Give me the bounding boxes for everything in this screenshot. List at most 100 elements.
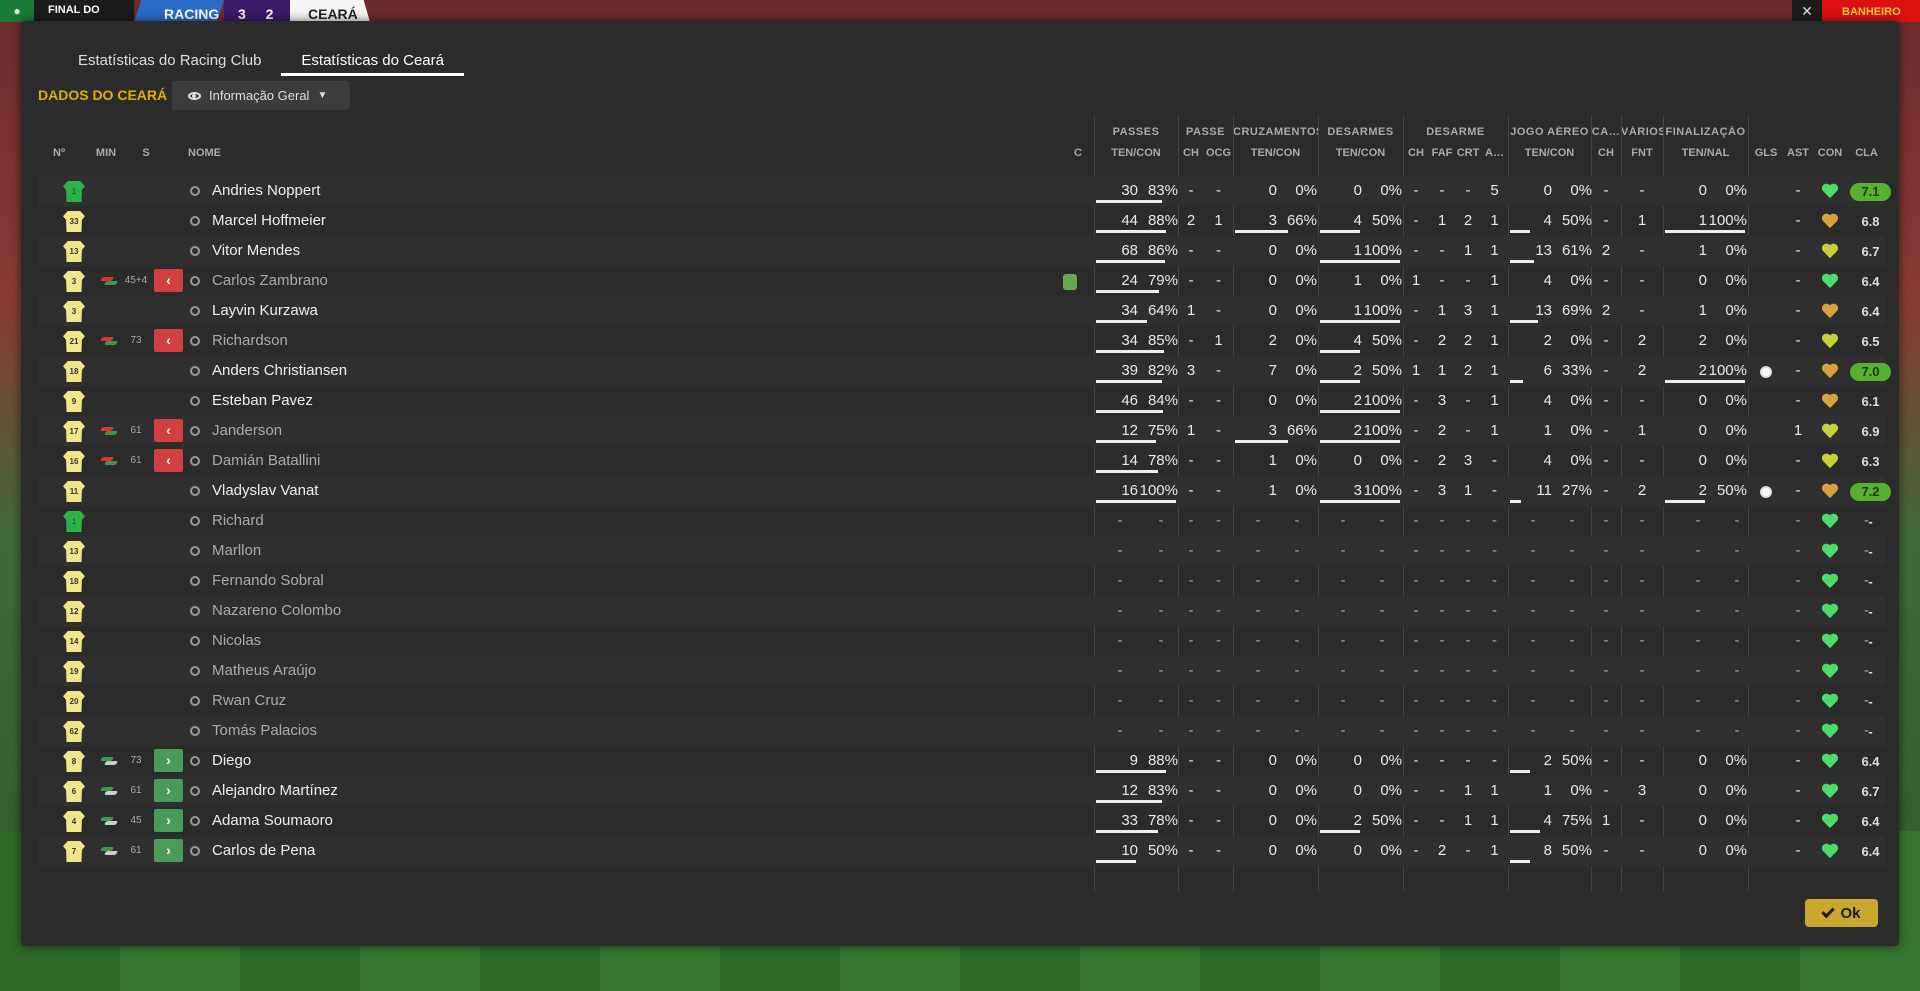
player-row[interactable]: 6 61 › Alejandro Martínez 12 83% - -0 0% 0 0% - -1 1 1… [38,776,1885,806]
player-name[interactable]: Carlos de Pena [212,836,315,866]
view-dropdown[interactable]: Informação Geral ▼ [172,81,350,110]
player-row[interactable]: 1 Richard - - - - - - - - - - - - - - - - - - - - - [38,506,1885,536]
player-row[interactable]: 9 Esteban Pavez 46 84% - -0 0% 2 100% -3-1 4 0% - -0 0… [38,386,1885,416]
column-header[interactable]: CRT [1455,147,1481,159]
close-icon[interactable]: ✕ [1792,0,1822,22]
column-header[interactable]: OCG [1204,147,1233,159]
player-name[interactable]: Alejandro Martínez [212,776,338,806]
player-row[interactable]: 13 Vitor Mendes 68 86% - -0 0% 1 100% - -1 1 13 61% 2-… [38,236,1885,266]
player-row[interactable]: 19 Matheus Araújo - - - - - - - - - - - - - - - - - - - - - [38,656,1885,686]
player-name[interactable]: Anders Christiansen [212,356,347,386]
stat-cell: - [1603,212,1609,229]
column-header[interactable]: TEN/CON [1094,147,1178,159]
stat-cell: - [1465,602,1471,619]
ok-button[interactable]: Ok [1805,899,1878,927]
column-header[interactable]: TEN/CON [1233,147,1318,159]
player-name[interactable]: Carlos Zambrano [212,266,328,296]
player-name[interactable]: Marllon [212,536,261,566]
column-header[interactable]: NOME [188,147,308,159]
column-header[interactable]: CH [1403,147,1429,159]
player-row[interactable]: 14 Nicolas - - - - - - - - - - - - - - - - - - - - - [38,626,1885,656]
column-header[interactable]: CH [1178,147,1204,159]
player-name[interactable]: Esteban Pavez [212,386,313,416]
stat-cell: 0% [1725,332,1747,349]
stat-cell: 2 [1463,362,1473,379]
player-row[interactable]: 20 Rwan Cruz - - - - - - - - - - - - - - - - - - - - - [38,686,1885,716]
column-header[interactable]: AST [1784,147,1812,159]
player-name[interactable]: Marcel Hoffmeier [212,206,326,236]
column-header[interactable]: Nº [38,147,80,159]
player-row[interactable]: 62 Tomás Palacios - - - - - - - - - - - - - - - - - - - - - [38,716,1885,746]
stat-cell: - [1795,362,1801,379]
player-name[interactable]: Nazareno Colombo [212,596,341,626]
stat-cell: - [1603,452,1609,469]
player-name[interactable]: Richard [212,506,264,536]
player-row[interactable]: 8 73 › Diego 9 88% - -0 0% 0 0% - - - -2 50% - -0 0% -6.4 [38,746,1885,776]
player-row[interactable]: 4 45 › Adama Soumaoro 33 78% - -0 0% 2 50% - -1 1 4 75%… [38,806,1885,836]
player-name[interactable]: Diego [212,746,251,776]
column-header[interactable]: FNT [1621,147,1663,159]
player-name[interactable]: Vitor Mendes [212,236,300,266]
group-header: VÁRIOS [1621,126,1663,138]
player-name[interactable]: Damián Batallini [212,446,320,476]
player-name[interactable]: Janderson [212,416,282,446]
column-header[interactable]: CLA [1848,147,1885,159]
column-header[interactable]: MIN [86,147,126,159]
stat-cell: 4 [1543,452,1552,469]
column-header[interactable]: FAF [1429,147,1455,159]
stat-cell: 75% [1561,812,1592,829]
player-name[interactable]: Nicolas [212,626,261,656]
column-header[interactable]: TEN/CON [1508,147,1591,159]
stat-cell: 0% [1295,482,1317,499]
column-header[interactable]: CON [1812,147,1848,159]
column-header[interactable]: A… [1481,147,1508,159]
stat-cell: - [1639,512,1645,529]
player-name[interactable]: Fernando Sobral [212,566,324,596]
ratio-bar [1235,230,1288,233]
player-name[interactable]: Tomás Palacios [212,716,317,746]
player-row[interactable]: 7 61 › Carlos de Pena 10 50% - -0 0% 0 0% -2-1 8 50% -… [38,836,1885,866]
ratio-bar [1096,290,1160,293]
player-name[interactable]: Richardson [212,326,288,356]
column-header[interactable]: S [138,147,154,159]
player-row[interactable]: 1 Andries Noppert 30 83% - -0 0% 0 0% - - -5 0 0% - -0 0… [38,176,1891,206]
player-name[interactable]: Andries Noppert [212,176,320,206]
player-row[interactable]: 3 45+4 ‹ Carlos Zambrano 24 79% - -0 0% 1 0% 1- -1 4 0… [38,266,1885,296]
player-name[interactable]: Rwan Cruz [212,686,286,716]
player-row[interactable]: 13 Marllon - - - - - - - - - - - - - - - - - - - - - [38,536,1885,566]
stat-cell: - [1639,722,1645,739]
player-row[interactable]: 11 Vladyslav Vanat 16 100% - -1 0% 3 100% -3 1-11 2… [38,476,1891,506]
column-header[interactable]: TEN/CON [1318,147,1403,159]
player-name[interactable]: Layvin Kurzawa [212,296,318,326]
player-name[interactable]: Matheus Araújo [212,656,316,686]
ratio-bar [1096,380,1162,383]
stat-cell: - [1639,752,1645,769]
player-row[interactable]: 17 61 ‹ Janderson 12 75% 1-3 66% 2 100% -2-1 1 0% -1 0… [38,416,1885,446]
stat-cell: - [1492,542,1497,559]
stat-cell: - [1795,722,1801,739]
column-header[interactable]: TEN/NAL [1663,147,1748,159]
player-row[interactable]: 16 61 ‹ Damián Batallini 14 78% - -1 0% 0 0% -2 3-4 0… [38,446,1885,476]
ratio-bar [1096,830,1159,833]
player-row[interactable]: 33 Marcel Hoffmeier 44 88% 2 1 3 66% 4 50% -1 2 1 4 50… [38,206,1885,236]
stat-cell: 5 [1490,182,1499,199]
player-row[interactable]: 3 Layvin Kurzawa 34 64% 1-0 0% 1 100% -1 3 1 13 69% 2… [38,296,1885,326]
rating-badge: - [1868,514,1873,529]
player-row[interactable]: 21 73 ‹ Richardson 34 85% -1 2 0% 4 50% -2 2 1 2 0% -2 2 0… [38,326,1885,356]
stat-cell: - [1492,602,1497,619]
player-name[interactable]: Vladyslav Vanat [212,476,318,506]
column-header[interactable]: C [1068,147,1088,159]
stat-cell: - [1188,242,1194,259]
column-header[interactable]: GLS [1748,147,1784,159]
player-row[interactable]: 18 Anders Christiansen 39 82% 3-7 0% 2 50% 1 1 2 1 6… [38,356,1891,386]
right-banner[interactable]: BANHEIRO [1822,0,1920,22]
tab-ceara-stats[interactable]: Estatísticas do Ceará [281,46,464,76]
tab-racing-stats[interactable]: Estatísticas do Racing Club [58,46,281,76]
stat-cell: 1 [1490,272,1499,289]
column-header[interactable]: CH [1591,147,1621,159]
person-icon [190,336,200,346]
player-name[interactable]: Adama Soumaoro [212,806,333,836]
player-row[interactable]: 12 Nazareno Colombo - - - - - - - - - - - - - - - - - - - - - [38,596,1885,626]
stat-cell: - [1734,512,1740,529]
player-row[interactable]: 18 Fernando Sobral - - - - - - - - - - - - - - - - - - - - - [38,566,1885,596]
